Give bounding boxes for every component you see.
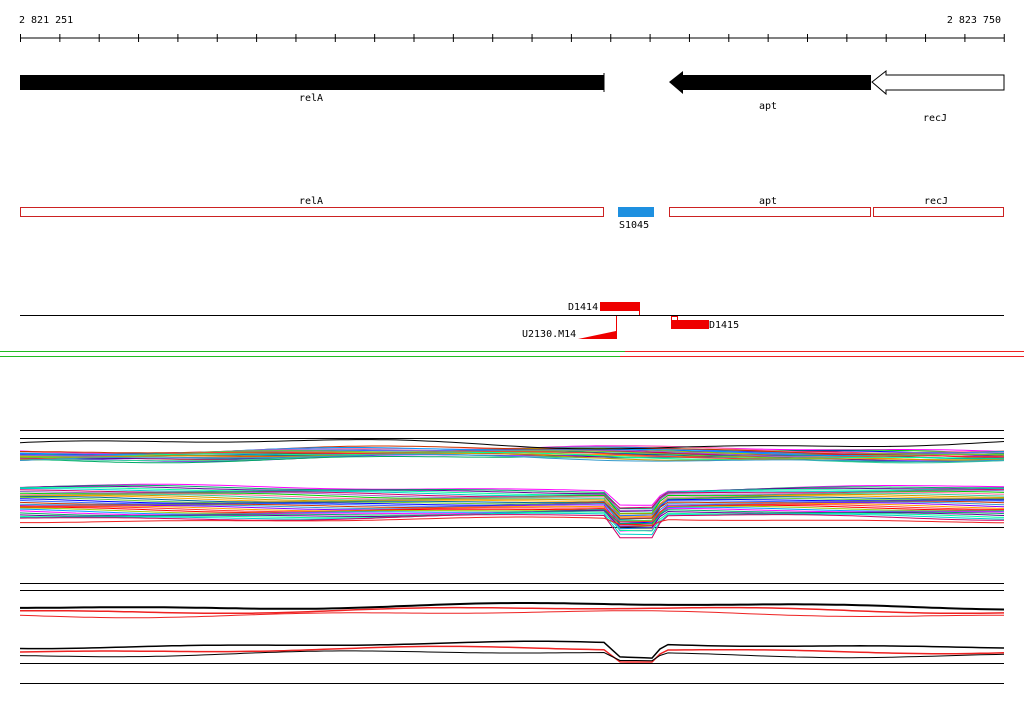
coordinate-ruler: 2 821 251 2 823 750 xyxy=(19,15,1005,42)
gene-arrow-relA[interactable] xyxy=(20,75,604,90)
gene-box-track: relA apt recJ xyxy=(20,196,1004,217)
feature-D1414[interactable] xyxy=(600,302,640,311)
feature-D1415[interactable] xyxy=(671,320,709,329)
expression-profile-panel xyxy=(19,430,1005,539)
gene-arrow-recJ[interactable] xyxy=(871,69,1005,96)
summary-lines xyxy=(19,602,1005,663)
gene-arrow-track: relA apt recJ xyxy=(20,69,1005,124)
gene-box-recJ[interactable] xyxy=(873,207,1004,217)
feature-label-U2130: U2130.M14 xyxy=(522,329,576,340)
gene-label-recJ: recJ xyxy=(923,113,947,124)
feature-S1045[interactable] xyxy=(618,207,654,217)
gene-box-apt[interactable] xyxy=(669,207,871,217)
gene-box-label-relA: relA xyxy=(299,196,323,207)
gene-box-label-recJ: recJ xyxy=(924,196,948,207)
ruler-end-label: 2 823 750 xyxy=(947,15,1001,26)
feature-label-S1045: S1045 xyxy=(619,220,649,231)
profile-line xyxy=(19,514,1004,539)
gene-label-relA: relA xyxy=(299,93,323,104)
gene-box-relA[interactable] xyxy=(20,207,604,217)
ruler-start-label: 2 821 251 xyxy=(19,15,73,26)
genome-browser-view: 2 821 251 2 823 750 relA apt recJ relA a… xyxy=(0,15,1024,684)
summary-line xyxy=(19,645,1005,663)
feature-U2130-wedge[interactable] xyxy=(578,331,616,339)
gene-label-apt: apt xyxy=(759,101,777,112)
feature-label-D1415: D1415 xyxy=(709,320,739,331)
gene-box-label-apt: apt xyxy=(759,196,777,207)
transcript-track: D1414 D1415 U2130.M14 xyxy=(20,302,1004,340)
profile-lines xyxy=(19,439,1005,539)
summary-line xyxy=(19,640,1005,659)
summary-line xyxy=(19,610,1005,619)
blue-feature-group: S1045 xyxy=(618,207,654,231)
strand-lines xyxy=(0,351,1024,357)
feature-D1415-tick xyxy=(671,316,678,321)
profile-line xyxy=(19,439,1005,450)
gene-arrow-apt[interactable] xyxy=(669,71,871,94)
summary-profile-panel xyxy=(19,583,1005,684)
feature-label-D1414: D1414 xyxy=(568,302,598,313)
